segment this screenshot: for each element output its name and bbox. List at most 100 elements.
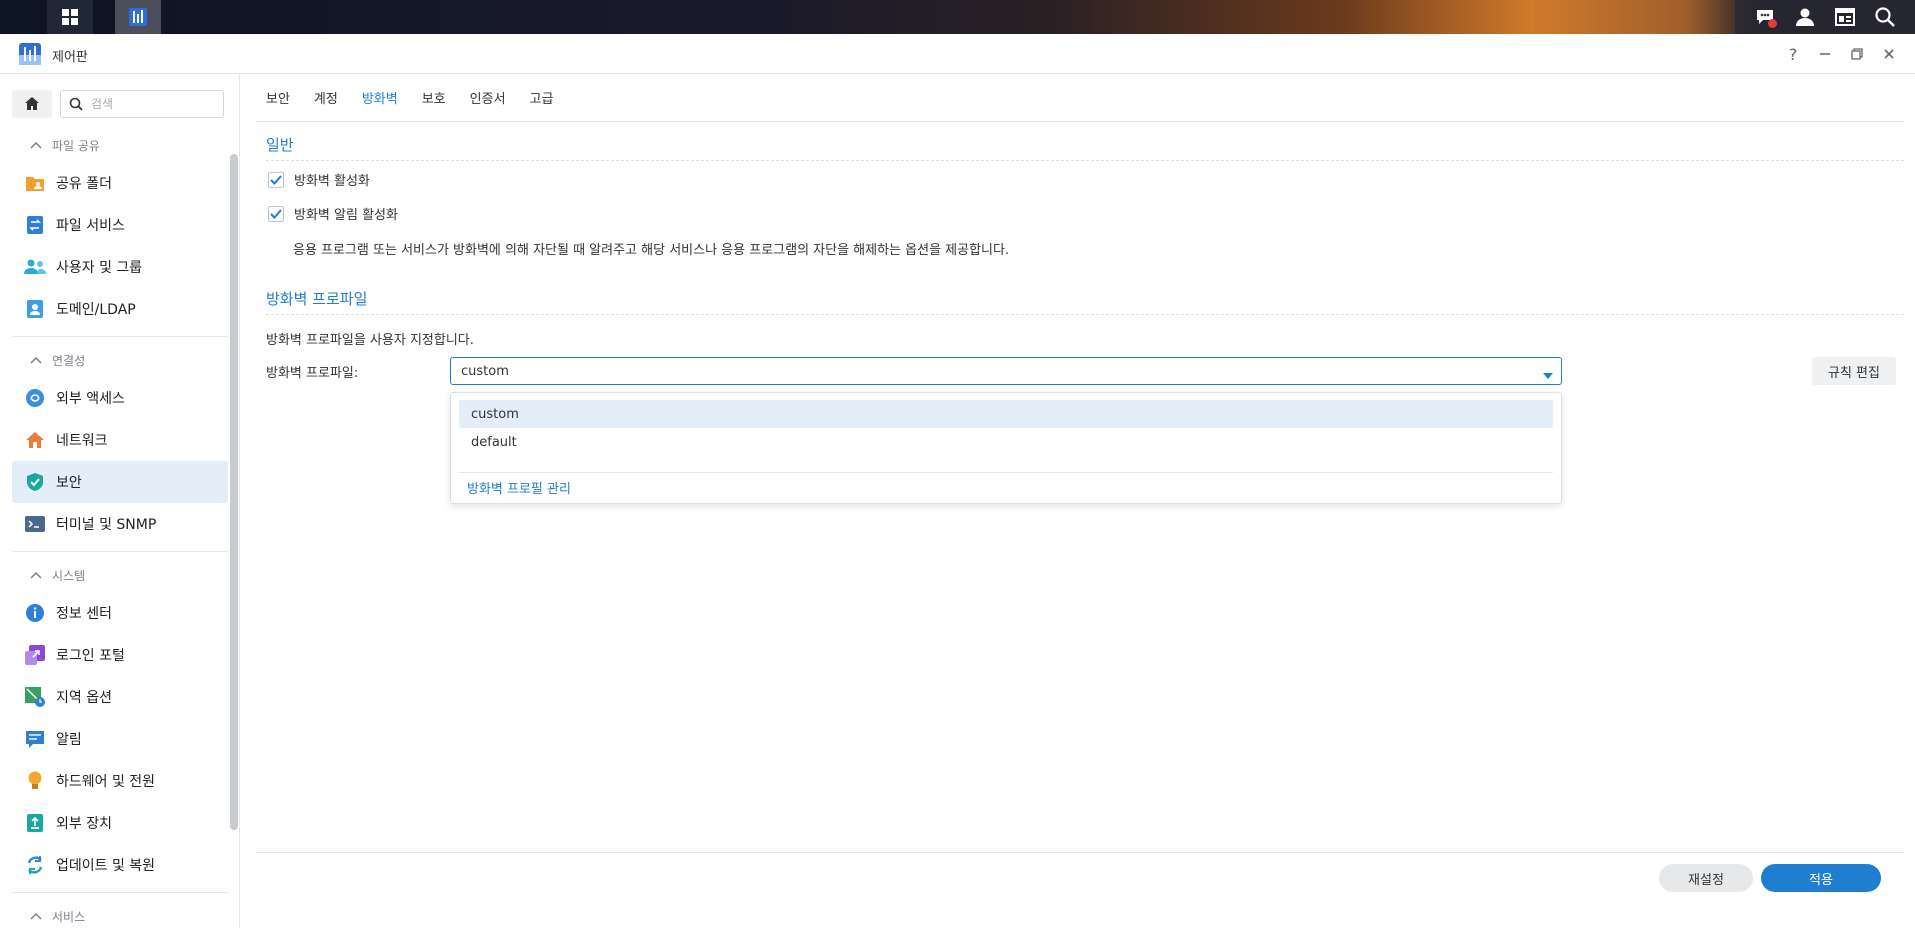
home-button[interactable] <box>12 90 52 118</box>
nav-section-file-sharing[interactable]: 파일 공유 <box>12 128 228 162</box>
sidebar-item-info-center[interactable]: 정보 센터 <box>12 592 228 634</box>
lightbulb-icon <box>24 770 46 792</box>
tab-bar: 보안 계정 방화벽 보호 인증서 고급 <box>256 74 1904 122</box>
dropdown-divider <box>459 472 1553 473</box>
checkmark-icon <box>270 208 282 219</box>
sidebar-item-external-access[interactable]: 외부 액세스 <box>12 377 228 419</box>
control-panel-icon <box>129 8 147 26</box>
users-icon <box>24 256 46 278</box>
sidebar-item-domain-ldap[interactable]: 도메인/LDAP <box>12 288 228 330</box>
tab-security[interactable]: 보안 <box>266 74 290 122</box>
profile-label: 방화벽 프로파일: <box>266 366 359 381</box>
main-menu-button[interactable] <box>47 0 93 34</box>
nav-section-system[interactable]: 시스템 <box>12 558 228 592</box>
shield-icon <box>24 471 46 493</box>
sidebar-item-file-services[interactable]: 파일 서비스 <box>12 204 228 246</box>
sidebar-search[interactable] <box>60 90 224 118</box>
footer-divider <box>256 852 1904 853</box>
close-icon[interactable] <box>1877 42 1901 66</box>
sidebar-item-users-groups[interactable]: 사용자 및 그룹 <box>12 246 228 288</box>
divider <box>12 551 228 552</box>
sidebar-item-notifications[interactable]: 알림 <box>12 718 228 760</box>
divider <box>12 336 228 337</box>
window-title: 제어판 <box>52 50 88 65</box>
sidebar-scrollbar[interactable] <box>230 154 238 830</box>
external-access-icon <box>24 387 46 409</box>
section-title-profile: 방화벽 프로파일 <box>266 290 368 308</box>
taskbar-tray <box>1735 0 1915 34</box>
restore-icon[interactable] <box>1845 42 1869 66</box>
nav-section-connectivity[interactable]: 연결성 <box>12 343 228 377</box>
enable-notifications-checkbox[interactable] <box>268 205 284 222</box>
tab-firewall[interactable]: 방화벽 <box>362 74 398 122</box>
network-icon <box>24 429 46 451</box>
enable-firewall-row[interactable]: 방화벽 활성화 <box>268 170 370 189</box>
notification-icon <box>24 728 46 750</box>
profile-description: 방화벽 프로파일을 사용자 지정합니다. <box>266 333 474 348</box>
update-restore-icon <box>24 854 46 876</box>
login-portal-icon <box>24 644 46 666</box>
sidebar-item-regional-options[interactable]: 지역 옵션 <box>12 676 228 718</box>
tab-certificate[interactable]: 인증서 <box>470 74 506 122</box>
user-icon[interactable] <box>1792 4 1818 30</box>
control-panel-window: 제어판 ? 파일 공유 <box>0 34 1915 928</box>
chevron-down-icon <box>1543 368 1553 383</box>
tab-advanced[interactable]: 고급 <box>530 74 554 122</box>
enable-firewall-label: 방화벽 활성화 <box>294 174 370 189</box>
sidebar-item-terminal-snmp[interactable]: 터미널 및 SNMP <box>12 503 228 545</box>
dropdown-option-default[interactable]: default <box>459 428 1553 456</box>
window-titlebar: 제어판 ? <box>0 34 1915 74</box>
apply-button[interactable]: 적용 <box>1761 864 1881 892</box>
home-icon <box>25 97 39 110</box>
chevron-up-icon <box>30 356 42 364</box>
sidebar-item-login-portal[interactable]: 로그인 포털 <box>12 634 228 676</box>
enable-firewall-checkbox[interactable] <box>268 171 284 188</box>
divider <box>12 892 228 893</box>
external-device-icon <box>24 812 46 834</box>
sidebar-item-network[interactable]: 네트워크 <box>12 419 228 461</box>
widgets-icon[interactable] <box>1832 4 1858 30</box>
enable-notifications-row[interactable]: 방화벽 알림 활성화 <box>268 204 398 223</box>
chevron-up-icon <box>30 141 42 149</box>
manage-firewall-profiles-link[interactable]: 방화벽 프로필 관리 <box>467 478 571 497</box>
chat-notification-icon[interactable] <box>1752 4 1778 30</box>
search-icon <box>69 97 83 111</box>
main-content: 보안 계정 방화벽 보호 인증서 고급 일반 방화벽 활성화 방화벽 알림 활성… <box>256 74 1904 928</box>
sidebar-item-security[interactable]: 보안 <box>12 461 228 503</box>
taskbar <box>0 0 1915 34</box>
chevron-up-icon <box>30 912 42 920</box>
folder-icon <box>24 172 46 194</box>
regional-options-icon <box>24 686 46 708</box>
search-icon[interactable] <box>1872 4 1898 30</box>
reset-button[interactable]: 재설정 <box>1659 864 1753 892</box>
notifications-description: 응용 프로그램 또는 서비스가 방화벽에 의해 자단될 때 알려주고 해당 서비… <box>293 243 1010 258</box>
control-panel-app-icon <box>18 42 42 66</box>
nav-list: 파일 공유 공유 폴더 파일 서비스 사용자 및 그룹 도메인/LDAP 연결성… <box>12 128 228 928</box>
section-title-general: 일반 <box>266 136 294 154</box>
enable-notifications-label: 방화벽 알림 활성화 <box>294 208 398 223</box>
grid-icon <box>62 9 78 25</box>
sidebar-item-shared-folder[interactable]: 공유 폴더 <box>12 162 228 204</box>
edit-rules-button[interactable]: 규칙 편집 <box>1812 357 1896 385</box>
file-services-icon <box>24 214 46 236</box>
minimize-icon[interactable] <box>1813 42 1837 66</box>
tab-account[interactable]: 계정 <box>314 74 338 122</box>
section-divider <box>266 314 1904 315</box>
profile-select-value: custom <box>461 363 509 379</box>
info-icon <box>24 602 46 624</box>
section-divider <box>266 160 1904 161</box>
dropdown-option-custom[interactable]: custom <box>459 400 1553 428</box>
tab-protection[interactable]: 보호 <box>422 74 446 122</box>
profile-select[interactable]: custom <box>450 357 1562 385</box>
sidebar-item-update-restore[interactable]: 업데이트 및 복원 <box>12 844 228 886</box>
sidebar: 파일 공유 공유 폴더 파일 서비스 사용자 및 그룹 도메인/LDAP <box>0 74 240 928</box>
notification-badge <box>1768 19 1777 28</box>
sidebar-item-external-devices[interactable]: 외부 장치 <box>12 802 228 844</box>
nav-section-services[interactable]: 서비스 <box>12 899 228 928</box>
help-icon[interactable]: ? <box>1781 42 1805 66</box>
sidebar-item-hardware-power[interactable]: 하드웨어 및 전원 <box>12 760 228 802</box>
terminal-icon <box>24 513 46 535</box>
profile-dropdown-menu: custom default 방화벽 프로필 관리 <box>450 392 1562 504</box>
search-input[interactable] <box>91 97 211 111</box>
control-panel-taskbar-button[interactable] <box>115 0 161 34</box>
